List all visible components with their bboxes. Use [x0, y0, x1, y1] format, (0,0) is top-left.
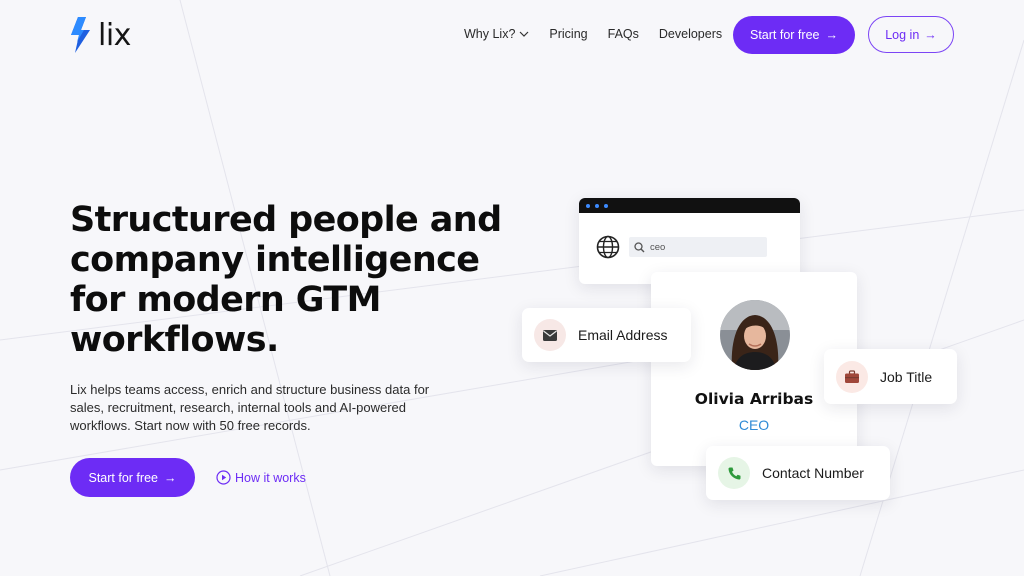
hero-title-line: for modern GTM	[70, 280, 381, 320]
browser-titlebar	[579, 198, 800, 213]
hero-subtitle: Lix helps teams access, enrich and struc…	[70, 381, 470, 435]
search-icon	[634, 241, 645, 252]
nav-start-free-button[interactable]: Start for free →	[733, 16, 855, 54]
nav-faqs-label: FAQs	[607, 27, 639, 41]
nav-developers[interactable]: Developers	[659, 27, 722, 41]
nav-why-lix-label: Why Lix?	[464, 27, 516, 41]
play-circle-icon	[216, 470, 231, 485]
contact-number-label: Contact Number	[762, 465, 864, 481]
chevron-down-icon	[519, 31, 529, 37]
nav-developers-label: Developers	[658, 27, 723, 41]
window-dot	[586, 203, 590, 208]
search-input[interactable]: ceo	[629, 237, 767, 257]
lightning-bolt-icon	[71, 17, 90, 53]
arrow-right-icon: →	[825, 28, 838, 42]
person-photo	[720, 300, 790, 370]
brand-logo[interactable]: lix	[70, 16, 131, 54]
nav-why-lix[interactable]: Why Lix?	[464, 27, 529, 41]
contact-number-chip: Contact Number	[706, 446, 890, 500]
top-navigation: lix Why Lix? Pricing FAQs Developers Sta…	[0, 0, 1024, 70]
hero-title-line: company intelligence	[70, 240, 480, 280]
login-label: Log in	[885, 27, 920, 42]
nav-pricing-label: Pricing	[549, 27, 588, 41]
hero-start-free-label: Start for free	[88, 470, 158, 485]
window-dot	[604, 203, 608, 208]
login-button[interactable]: Log in →	[868, 16, 954, 53]
window-dot	[595, 203, 599, 208]
avatar	[720, 300, 790, 370]
arrow-right-icon: →	[163, 470, 177, 485]
how-it-works-link[interactable]: How it works	[216, 470, 306, 485]
email-address-label: Email Address	[578, 327, 668, 343]
hero-title: Structured people and company intelligen…	[70, 200, 520, 360]
hero-subtitle-line: Lix helps teams access, enrich and struc…	[70, 382, 430, 397]
job-title-chip: Job Title	[824, 349, 957, 404]
hero-subtitle-line: sales, recruitment, research, internal t…	[70, 400, 407, 415]
hero-start-free-button[interactable]: Start for free →	[70, 458, 195, 497]
arrow-right-icon: →	[924, 27, 937, 42]
nav-start-free-label: Start for free	[750, 28, 820, 42]
hero-subtitle-line: workflows. Start now with 50 free record…	[70, 418, 311, 433]
email-address-chip: Email Address	[522, 308, 691, 362]
globe-icon	[596, 235, 620, 259]
envelope-icon	[534, 319, 566, 351]
profile-role: CEO	[738, 417, 770, 433]
search-value: ceo	[650, 241, 666, 253]
hero-title-line: Structured people and	[70, 200, 502, 240]
job-title-label: Job Title	[880, 368, 933, 385]
briefcase-icon	[836, 360, 868, 393]
brand-name: lix	[98, 17, 131, 53]
nav-pricing[interactable]: Pricing	[549, 27, 587, 41]
hero-title-line: workflows.	[70, 320, 279, 360]
phone-icon	[718, 457, 750, 489]
nav-links: Why Lix? Pricing FAQs Developers	[464, 27, 722, 41]
how-it-works-label: How it works	[235, 470, 306, 485]
nav-faqs[interactable]: FAQs	[608, 27, 639, 41]
